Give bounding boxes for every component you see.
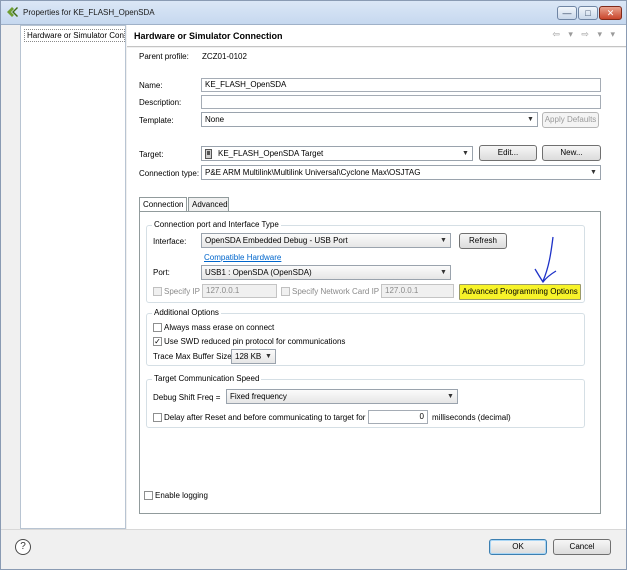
new-target-button[interactable]: New... [542,145,601,161]
delay-field[interactable]: 0 [368,410,428,424]
interface-value: OpenSDA Embedded Debug - USB Port [205,236,348,245]
trace-buffer-label: Trace Max Buffer Size: [153,352,234,361]
target-select[interactable]: KE_FLASH_OpenSDA Target ▼ [201,146,473,161]
description-field[interactable] [201,95,601,109]
mass-erase-checkbox[interactable] [153,323,162,332]
edit-target-button[interactable]: Edit... [479,145,537,161]
specify-network-card-checkbox[interactable] [281,287,290,296]
chevron-down-icon: ▼ [462,150,469,157]
enable-logging-label: Enable logging [155,491,208,500]
chevron-down-icon: ▼ [440,237,447,244]
interface-label: Interface: [153,237,187,246]
specify-network-card-field[interactable]: 127.0.0.1 [381,284,454,298]
port-value: USB1 : OpenSDA (OpenSDA) [205,268,312,277]
debug-shift-freq-select[interactable]: Fixed frequency ▼ [226,389,458,404]
title-bar[interactable]: Properties for KE_FLASH_OpenSDA — □ ✕ [1,1,626,25]
swd-checkbox[interactable]: ✓ [153,337,162,346]
additional-options-group-label: Additional Options [152,308,221,317]
template-label: Template: [139,116,174,125]
connection-type-label: Connection type: [139,169,200,178]
port-select[interactable]: USB1 : OpenSDA (OpenSDA) ▼ [201,265,451,280]
specify-ip-checkbox[interactable] [153,287,162,296]
chevron-down-icon: ▼ [590,169,597,176]
page-header: Hardware or Simulator Connection ⇦ ▾ ⇨ ▾… [127,25,626,47]
specify-network-card-label: Specify Network Card IP [292,287,380,296]
chevron-down-icon: ▼ [440,269,447,276]
debug-shift-freq-label: Debug Shift Freq = [153,393,221,402]
template-value: None [205,115,225,124]
maximize-button[interactable]: □ [578,6,598,20]
interface-select[interactable]: OpenSDA Embedded Debug - USB Port ▼ [201,233,451,248]
enable-logging-checkbox[interactable] [144,491,153,500]
chevron-down-icon: ▼ [527,116,534,123]
target-value: KE_FLASH_OpenSDA Target [218,149,324,158]
parent-profile-label: Parent profile: [139,52,189,61]
cancel-button[interactable]: Cancel [553,539,611,555]
page-title: Hardware or Simulator Connection [134,31,283,41]
minimize-button[interactable]: — [557,6,577,20]
debug-shift-freq-value: Fixed frequency [230,392,287,401]
checkmark-icon: ✓ [154,337,161,346]
window-title: Properties for KE_FLASH_OpenSDA [23,8,155,17]
name-label: Name: [139,81,163,90]
navigation-arrows-icon[interactable]: ⇦ ▾ ⇨ ▾ ▾ [552,29,618,40]
help-icon[interactable]: ? [15,539,31,555]
delay-unit-label: milliseconds (decimal) [432,413,511,422]
device-icon [205,149,212,159]
properties-window: Properties for KE_FLASH_OpenSDA — □ ✕ Ha… [0,0,627,570]
specify-ip-label: Specify IP [164,287,201,296]
property-tree: Hardware or Simulator Conn [20,25,126,529]
connection-type-select[interactable]: P&E ARM Multilink\Multilink Universal\Cy… [201,165,601,180]
close-button[interactable]: ✕ [599,6,622,20]
ok-button[interactable]: OK [489,539,547,555]
chevron-down-icon: ▼ [447,393,454,400]
refresh-button[interactable]: Refresh [459,233,507,249]
dialog-footer: ? OK Cancel [1,529,626,569]
trace-buffer-value: 128 KB [235,352,262,361]
port-label: Port: [153,268,170,277]
connection-port-group-label: Connection port and Interface Type [152,220,281,229]
target-communication-speed-group-label: Target Communication Speed [152,374,262,383]
mass-erase-label: Always mass erase on connect [164,323,275,332]
template-select[interactable]: None ▼ [201,112,538,127]
target-label: Target: [139,150,164,159]
annotation-arrow-icon [534,236,557,284]
advanced-programming-options-button[interactable]: Advanced Programming Options [459,284,581,300]
description-label: Description: [139,98,182,107]
chevron-down-icon: ▼ [265,353,272,360]
delay-after-reset-label: Delay after Reset and before communicati… [164,413,366,422]
swd-label: Use SWD reduced pin protocol for communi… [164,337,346,346]
specify-ip-field[interactable]: 127.0.0.1 [202,284,277,298]
apply-defaults-button[interactable]: Apply Defaults [542,112,599,128]
app-icon [7,7,18,17]
trace-buffer-select[interactable]: 128 KB ▼ [231,349,276,364]
parent-profile-value: ZCZ01-0102 [202,52,247,61]
compatible-hardware-link[interactable]: Compatible Hardware [204,253,281,262]
tree-item-hardware-connection[interactable]: Hardware or Simulator Conn [24,29,125,42]
connection-type-value: P&E ARM Multilink\Multilink Universal\Cy… [205,168,421,177]
tab-advanced[interactable]: Advanced [188,197,229,212]
delay-after-reset-checkbox[interactable] [153,413,162,422]
name-field[interactable]: KE_FLASH_OpenSDA [201,78,601,92]
